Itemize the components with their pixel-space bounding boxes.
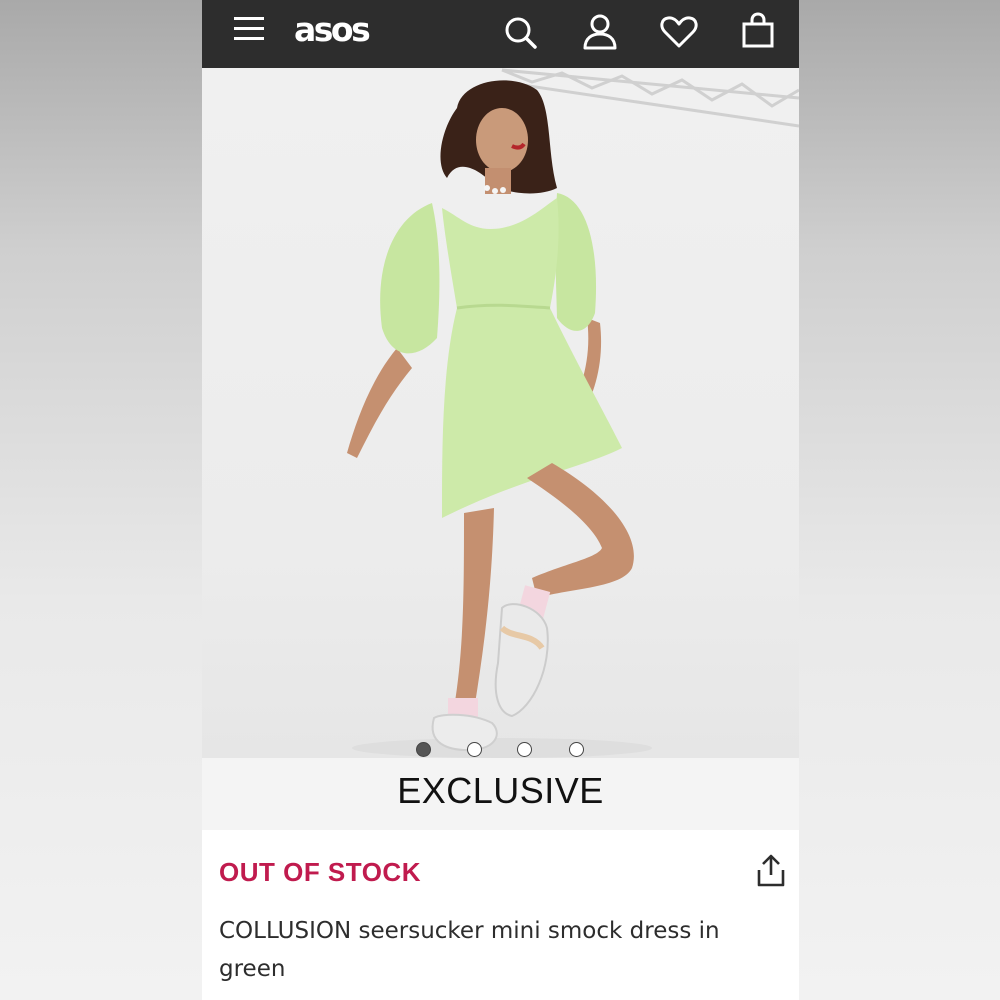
search-icon[interactable]: [502, 14, 538, 50]
share-icon[interactable]: [755, 853, 787, 889]
product-image[interactable]: [202, 68, 799, 758]
carousel-dot[interactable]: [569, 742, 584, 757]
exclusive-badge: EXCLUSIVE: [397, 770, 604, 811]
bag-icon[interactable]: [740, 12, 776, 50]
heart-icon[interactable]: [660, 14, 698, 50]
menu-icon[interactable]: [232, 14, 266, 44]
asos-logo[interactable]: asos: [294, 10, 371, 50]
product-photo-illustration: [347, 68, 799, 758]
carousel-dot[interactable]: [416, 742, 431, 757]
product-title: COLLUSION seersucker mini smock dress in…: [219, 918, 720, 982]
product-page: asos EXCLUSIVE OUT OF STOCK COLLUSION se…: [202, 0, 799, 1000]
carousel-dot[interactable]: [467, 742, 482, 757]
top-nav-bar: asos: [202, 0, 799, 68]
stock-status: OUT OF STOCK: [219, 857, 421, 887]
account-icon[interactable]: [582, 13, 618, 51]
carousel-dot[interactable]: [517, 742, 532, 757]
